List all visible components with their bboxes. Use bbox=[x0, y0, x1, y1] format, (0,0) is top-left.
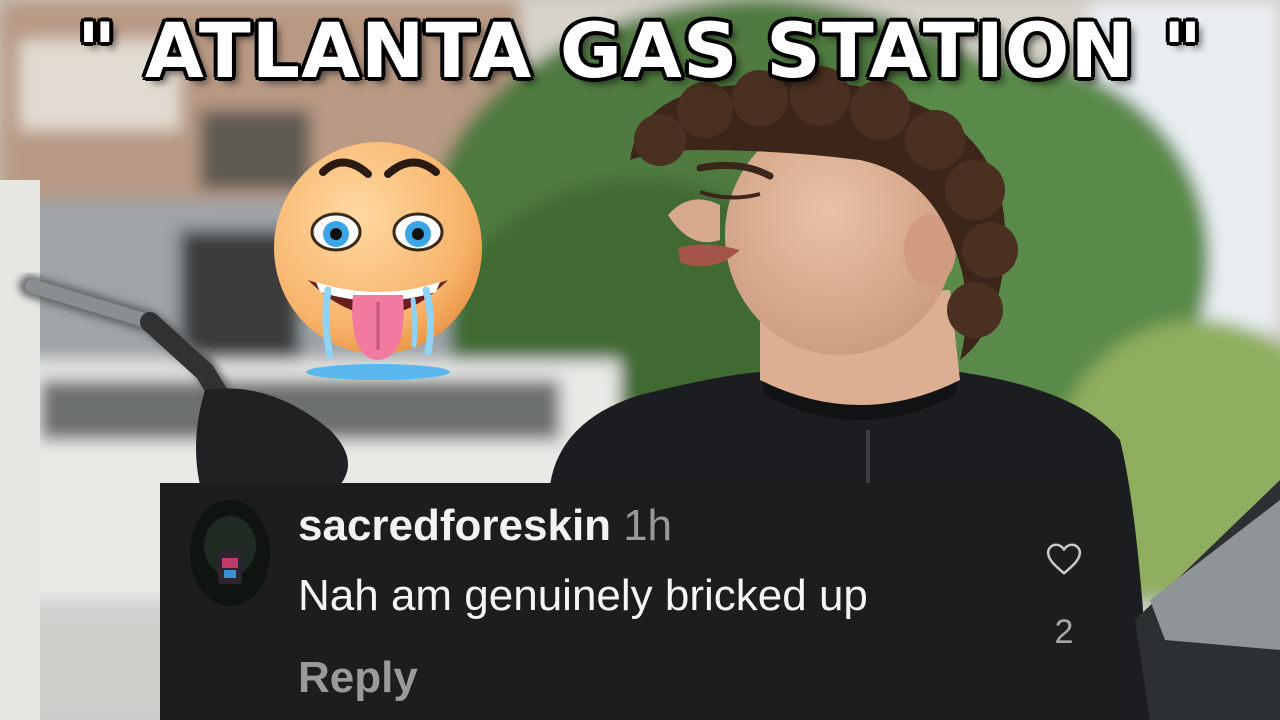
comment-text: Nah am genuinely bricked up bbox=[298, 571, 868, 620]
meme-caption-title: " ATLANTA GAS STATION " bbox=[76, 6, 1204, 95]
avatar[interactable] bbox=[190, 500, 270, 606]
username-text[interactable]: sacredforeskin bbox=[298, 501, 611, 550]
reply-button[interactable]: Reply bbox=[298, 653, 418, 703]
like-count: 2 bbox=[1054, 613, 1074, 651]
comment-card: sacredforeskin 1h Nah am genuinely bricke… bbox=[160, 483, 1119, 720]
comment-time: 1h bbox=[623, 501, 673, 550]
drooling-emoji-icon bbox=[268, 140, 488, 390]
heart-outline-icon[interactable] bbox=[1045, 540, 1083, 578]
comment-username[interactable]: sacredforeskin 1h bbox=[298, 501, 672, 551]
